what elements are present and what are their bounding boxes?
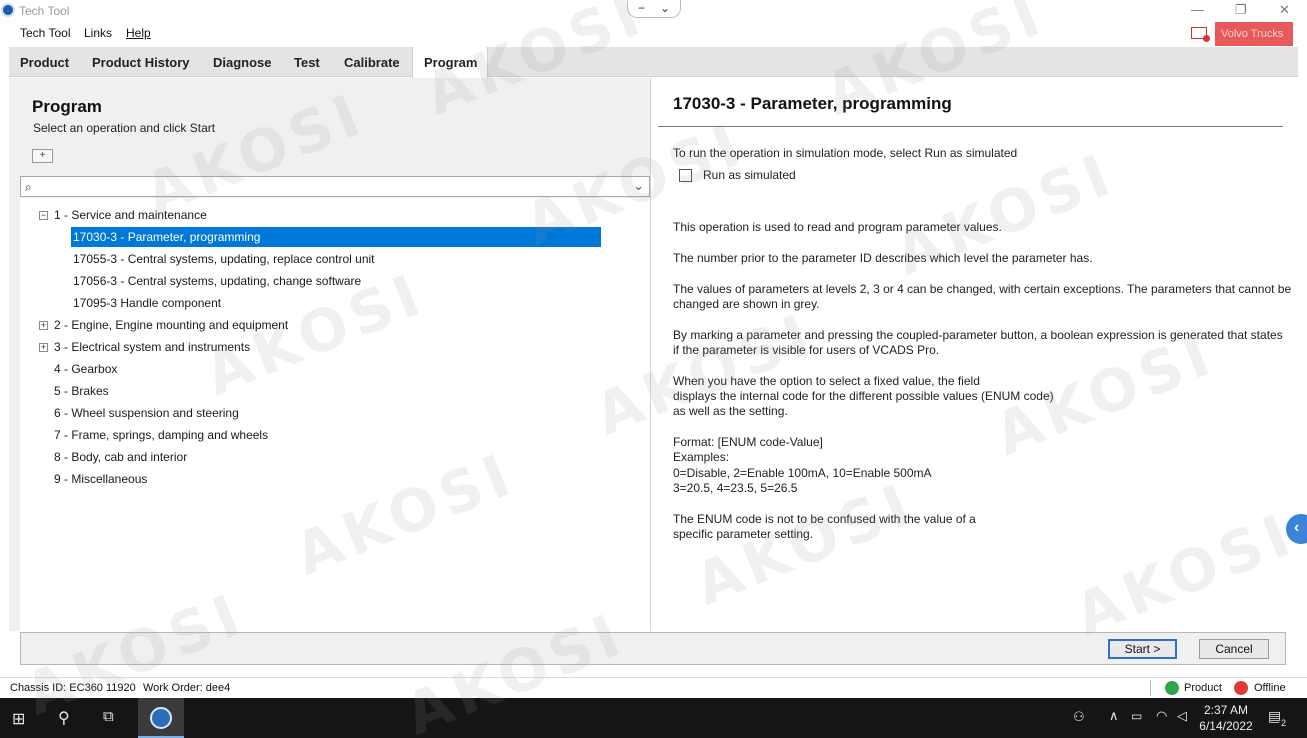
simulation-hint: To run the operation in simulation mode,… bbox=[673, 146, 1018, 160]
tab-diagnose[interactable]: Diagnose bbox=[213, 47, 272, 77]
tree-group[interactable]: 9 - Miscellaneous bbox=[54, 469, 147, 489]
plus-icon: + bbox=[39, 150, 46, 161]
tab-product[interactable]: Product bbox=[20, 47, 69, 77]
tab-calibrate[interactable]: Calibrate bbox=[344, 47, 400, 77]
description-text: The number prior to the parameter ID des… bbox=[673, 251, 1093, 265]
main-tabs: Product Product History Diagnose Test Ca… bbox=[9, 47, 1298, 78]
page-subtitle: Select an operation and click Start bbox=[33, 121, 216, 135]
run-simulated-checkbox[interactable] bbox=[679, 169, 692, 182]
operation-tree: − 1 - Service and maintenance 17030-3 - … bbox=[20, 198, 650, 631]
description-text: 3=20.5, 4=23.5, 5=26.5 bbox=[673, 481, 798, 495]
tree-group[interactable]: 7 - Frame, springs, damping and wheels bbox=[54, 425, 268, 445]
search-input[interactable]: ⌕ ⌄ bbox=[20, 176, 650, 197]
tree-group[interactable]: 6 - Wheel suspension and steering bbox=[54, 403, 239, 423]
tech-tool-icon bbox=[150, 707, 172, 729]
window-title: Tech Tool bbox=[19, 4, 70, 18]
description-text: Examples: bbox=[673, 450, 730, 464]
tree-item[interactable]: 17056-3 - Central systems, updating, cha… bbox=[73, 271, 361, 291]
description-text: if the parameter is visible for users of… bbox=[673, 343, 940, 357]
title-divider bbox=[658, 126, 1283, 127]
operation-detail-pane: 17030-3 - Parameter, programming To run … bbox=[657, 78, 1298, 631]
description-text: Format: [ENUM code-Value] bbox=[673, 435, 823, 449]
work-order: Work Order: dee4 bbox=[143, 682, 231, 694]
clock-date: 6/14/2022 bbox=[1199, 719, 1253, 733]
description-text: as well as the setting. bbox=[673, 404, 788, 418]
tree-group[interactable]: 5 - Brakes bbox=[54, 381, 109, 401]
close-icon[interactable]: ✕ bbox=[1279, 2, 1290, 18]
tree-item[interactable]: 17095-3 Handle component bbox=[73, 293, 221, 313]
title-bar: Tech Tool − ⌄ — ❐ ✕ bbox=[0, 0, 1307, 22]
windows-start-icon[interactable]: ⊞ bbox=[12, 709, 25, 729]
menu-links[interactable]: Links bbox=[84, 26, 112, 40]
tab-test[interactable]: Test bbox=[294, 47, 320, 77]
tree-item[interactable]: 17055-3 - Central systems, updating, rep… bbox=[73, 249, 375, 269]
task-view-icon[interactable]: ⧉ bbox=[103, 708, 114, 725]
chevron-left-icon: ‹ bbox=[1294, 519, 1300, 536]
cancel-button[interactable]: Cancel bbox=[1199, 639, 1269, 659]
tree-item-selected[interactable]: 17030-3 - Parameter, programming bbox=[71, 227, 601, 247]
product-status: Product bbox=[1184, 682, 1222, 694]
battery-icon[interactable]: ▭ bbox=[1131, 709, 1142, 723]
taskbar-clock[interactable]: 2:37 AM 6/14/2022 bbox=[1198, 702, 1254, 734]
tab-product-history[interactable]: Product History bbox=[92, 47, 190, 77]
menu-help[interactable]: Help bbox=[126, 26, 151, 40]
operation-list-pane: Program Select an operation and click St… bbox=[9, 78, 651, 631]
expand-icon[interactable]: + bbox=[39, 321, 48, 330]
status-bar: Chassis ID: EC360 11920 Work Order: dee4… bbox=[0, 677, 1307, 698]
search-icon[interactable]: ⚲ bbox=[58, 708, 70, 728]
check-icon bbox=[1165, 681, 1179, 695]
run-simulated-label[interactable]: Run as simulated bbox=[703, 168, 796, 184]
clock-time: 2:37 AM bbox=[1203, 703, 1249, 717]
expand-icon[interactable]: + bbox=[39, 343, 48, 352]
connection-status: Offline bbox=[1254, 682, 1286, 694]
menu-tech-tool[interactable]: Tech Tool bbox=[20, 26, 70, 40]
page-title: Program bbox=[32, 97, 102, 116]
status-divider bbox=[1150, 680, 1151, 696]
chassis-id: Chassis ID: EC360 11920 bbox=[10, 682, 136, 694]
offline-icon bbox=[1234, 681, 1248, 695]
restore-icon[interactable]: ❐ bbox=[1235, 2, 1247, 18]
notification-count: 2 bbox=[1279, 718, 1289, 728]
description-text: displays the internal code for the diffe… bbox=[673, 389, 1054, 403]
description-text: changed are shown in grey. bbox=[673, 297, 820, 311]
minimize-icon[interactable]: — bbox=[1191, 2, 1204, 17]
search-icon: ⌕ bbox=[25, 180, 32, 194]
collapse-icon[interactable]: − bbox=[39, 211, 48, 220]
wifi-icon[interactable]: ◠ bbox=[1156, 708, 1167, 724]
app-icon bbox=[1, 3, 15, 17]
expand-all-button[interactable]: + bbox=[32, 149, 53, 163]
brand-label: Volvo Trucks bbox=[1215, 22, 1293, 46]
taskbar-tech-tool[interactable] bbox=[138, 698, 184, 738]
start-button[interactable]: Start > bbox=[1108, 639, 1177, 659]
people-icon[interactable]: ⚇ bbox=[1073, 709, 1085, 725]
collapse-toolbar-tab[interactable]: − ⌄ bbox=[627, 0, 681, 18]
tab-program[interactable]: Program bbox=[412, 47, 488, 78]
menu-bar: Tech Tool Links Help bbox=[0, 22, 1307, 46]
message-icon[interactable] bbox=[1191, 27, 1210, 42]
description-text: 0=Disable, 2=Enable 100mA, 10=Enable 500… bbox=[673, 466, 932, 480]
speaker-icon[interactable]: ◁ bbox=[1177, 708, 1187, 724]
description-text: When you have the option to select a fix… bbox=[673, 374, 980, 388]
description-text: This operation is used to read and progr… bbox=[673, 220, 1002, 234]
tree-group[interactable]: 4 - Gearbox bbox=[54, 359, 117, 379]
tree-group[interactable]: 2 - Engine, Engine mounting and equipmen… bbox=[54, 315, 288, 335]
tree-group[interactable]: 3 - Electrical system and instruments bbox=[54, 337, 250, 357]
chevron-down-icon[interactable]: ⌄ bbox=[660, 1, 670, 15]
action-bar: Start > Cancel bbox=[20, 632, 1286, 665]
description-text: The values of parameters at levels 2, 3 … bbox=[673, 282, 1292, 296]
chevron-up-icon[interactable]: ∧ bbox=[1109, 708, 1119, 724]
tree-group[interactable]: 8 - Body, cab and interior bbox=[54, 447, 187, 467]
minus-icon[interactable]: − bbox=[638, 1, 645, 15]
chevron-down-icon[interactable]: ⌄ bbox=[633, 178, 644, 194]
operation-title: 17030-3 - Parameter, programming bbox=[673, 94, 952, 113]
description-text: The ENUM code is not to be confused with… bbox=[673, 512, 976, 526]
tree-group[interactable]: 1 - Service and maintenance bbox=[54, 205, 207, 225]
description-text: specific parameter setting. bbox=[673, 527, 814, 541]
description-text: By marking a parameter and pressing the … bbox=[673, 328, 1283, 342]
windows-taskbar: ⊞ ⚲ ⧉ ⚇ ∧ ▭ ◠ ◁ 2:37 AM 6/14/2022 ▤ 2 bbox=[0, 698, 1307, 738]
